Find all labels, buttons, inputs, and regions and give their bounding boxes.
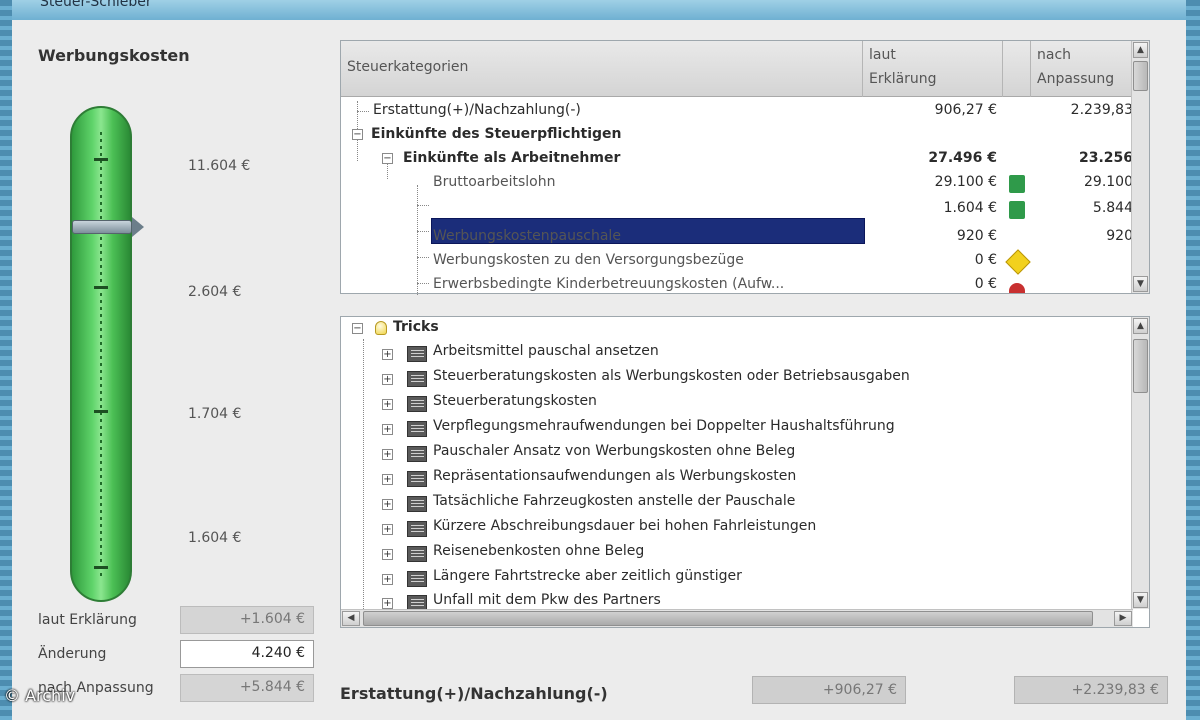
scale-label: 2.604 € — [188, 284, 242, 300]
slider-tick — [94, 286, 108, 289]
scroll-up-icon[interactable]: ▲ — [1133, 42, 1148, 58]
tricks-tree: − Tricks + Arbeitsmittel pauschal ansetz… — [340, 316, 1150, 628]
window-border-right — [1186, 0, 1200, 720]
expand-icon[interactable]: + — [382, 574, 393, 585]
expand-icon[interactable]: + — [382, 549, 393, 560]
document-icon — [407, 521, 427, 537]
summary-value-laut-erklaerung: +906,27 € — [752, 676, 906, 704]
window-title: Steuer-Schieber — [40, 0, 152, 10]
scroll-right-icon[interactable]: ▶ — [1114, 611, 1132, 626]
expand-icon[interactable]: + — [382, 598, 393, 609]
column-header-steuerkategorien[interactable]: Steuerkategorien — [341, 41, 863, 97]
expand-icon[interactable]: + — [382, 499, 393, 510]
scrollbar-thumb[interactable] — [1133, 339, 1148, 393]
scroll-left-icon[interactable]: ◀ — [342, 611, 360, 626]
expand-icon[interactable]: + — [382, 449, 393, 460]
summary-value-nach-anpassung: +2.239,83 € — [1014, 676, 1168, 704]
tree-item-trick[interactable]: Arbeitsmittel pauschal ansetzen — [433, 343, 659, 368]
tree-item-trick[interactable]: Steuerberatungskosten — [433, 393, 597, 418]
table-vertical-scrollbar[interactable]: ▲ ▼ — [1131, 41, 1149, 293]
tree-item-trick[interactable]: Unfall mit dem Pkw des Partners — [433, 592, 661, 608]
main-window: Werbungskosten 11.604 € 2.604 € 1.704 € … — [12, 20, 1186, 720]
expand-icon[interactable]: + — [382, 349, 393, 360]
scroll-down-icon[interactable]: ▼ — [1133, 592, 1148, 608]
table-row[interactable]: Werbungskostenpauschale 920 € 920 — [341, 225, 1133, 251]
table-row-group[interactable]: Einkünfte als Arbeitnehmer 27.496 € 23.2… — [341, 147, 1133, 173]
slider-tick — [94, 566, 108, 569]
label-laut-erklaerung: laut Erklärung — [38, 612, 137, 628]
scale-label-bottom: 1.604 € — [188, 530, 242, 546]
tricks-horizontal-scrollbar[interactable]: ◀ ▶ — [341, 609, 1133, 627]
slider-pointer-icon — [132, 217, 144, 237]
table-header: Steuerkategorien laut Erklärung nach Anp… — [341, 41, 1133, 97]
document-icon — [407, 546, 427, 562]
werbungskosten-slider[interactable] — [70, 106, 132, 602]
status-green-icon — [1009, 175, 1025, 193]
tax-category-table: Steuerkategorien laut Erklärung nach Anp… — [340, 40, 1150, 295]
tree-item-trick[interactable]: Reisenebenkosten ohne Beleg — [433, 543, 644, 568]
document-icon — [407, 346, 427, 362]
window-titlebar: Steuer-Schieber — [0, 0, 1200, 20]
document-icon — [407, 446, 427, 462]
table-row[interactable]: Erstattung(+)/Nachzahlung(-) 906,27 € 2.… — [341, 99, 1133, 125]
tree-item-trick[interactable]: Repräsentationsaufwendungen als Werbungs… — [433, 468, 796, 493]
aenderung-input[interactable]: 4.240 € — [180, 640, 314, 668]
column-header-nach-anpassung[interactable]: nach Anpassung — [1031, 41, 1133, 97]
tree-item-trick[interactable]: Steuerberatungskosten als Werbungskosten… — [433, 368, 910, 393]
tricks-vertical-scrollbar[interactable]: ▲ ▼ — [1131, 317, 1149, 609]
document-icon — [407, 396, 427, 412]
status-red-icon — [1009, 283, 1025, 293]
lightbulb-icon — [375, 321, 387, 335]
laut-erklaerung-field: +1.604 € — [180, 606, 314, 634]
scroll-down-icon[interactable]: ▼ — [1133, 276, 1148, 292]
tree-item-trick[interactable]: Längere Fahrtstrecke aber zeitlich günst… — [433, 568, 742, 593]
document-icon — [407, 371, 427, 387]
expand-icon[interactable]: + — [382, 474, 393, 485]
column-header-laut-erklaerung[interactable]: laut Erklärung — [863, 41, 1003, 97]
tree-item-trick[interactable]: Tatsächliche Fahrzeugkosten anstelle der… — [433, 493, 795, 518]
slider-groove — [100, 132, 102, 576]
status-green-icon — [1009, 201, 1025, 219]
slider-tick — [94, 158, 108, 161]
scale-label-top: 11.604 € — [188, 158, 251, 174]
window-border-left — [0, 0, 12, 720]
slider-handle[interactable] — [72, 220, 132, 234]
collapse-icon[interactable]: − — [352, 323, 363, 334]
scrollbar-thumb[interactable] — [1133, 61, 1148, 91]
expand-icon[interactable]: + — [382, 399, 393, 410]
expand-icon[interactable]: + — [382, 424, 393, 435]
section-title: Werbungskosten — [38, 46, 190, 65]
column-header-flag[interactable] — [1003, 41, 1031, 97]
document-icon — [407, 421, 427, 437]
scroll-up-icon[interactable]: ▲ — [1133, 318, 1148, 334]
scale-label: 1.704 € — [188, 406, 242, 422]
slider-tick — [94, 410, 108, 413]
scrollbar-thumb[interactable] — [363, 611, 1093, 626]
document-icon — [407, 471, 427, 487]
document-icon — [407, 571, 427, 587]
tree-item-trick[interactable]: Kürzere Abschreibungsdauer bei hohen Fah… — [433, 518, 816, 543]
copyright-watermark: © Archiv — [4, 686, 76, 705]
tree-item-trick[interactable]: Pauschaler Ansatz von Werbungskosten ohn… — [433, 443, 795, 468]
expand-icon[interactable]: + — [382, 524, 393, 535]
tree-line — [363, 339, 364, 609]
label-aenderung: Änderung — [38, 646, 107, 662]
nach-anpassung-field: +5.844 € — [180, 674, 314, 702]
table-row-group[interactable]: Einkünfte des Steuerpflichtigen — [341, 123, 1133, 149]
document-icon — [407, 496, 427, 512]
summary-label: Erstattung(+)/Nachzahlung(-) — [340, 684, 608, 703]
tree-root-tricks[interactable]: Tricks — [393, 319, 439, 344]
tree-item-trick[interactable]: Verpflegungsmehraufwendungen bei Doppelt… — [433, 418, 895, 443]
expand-icon[interactable]: + — [382, 374, 393, 385]
